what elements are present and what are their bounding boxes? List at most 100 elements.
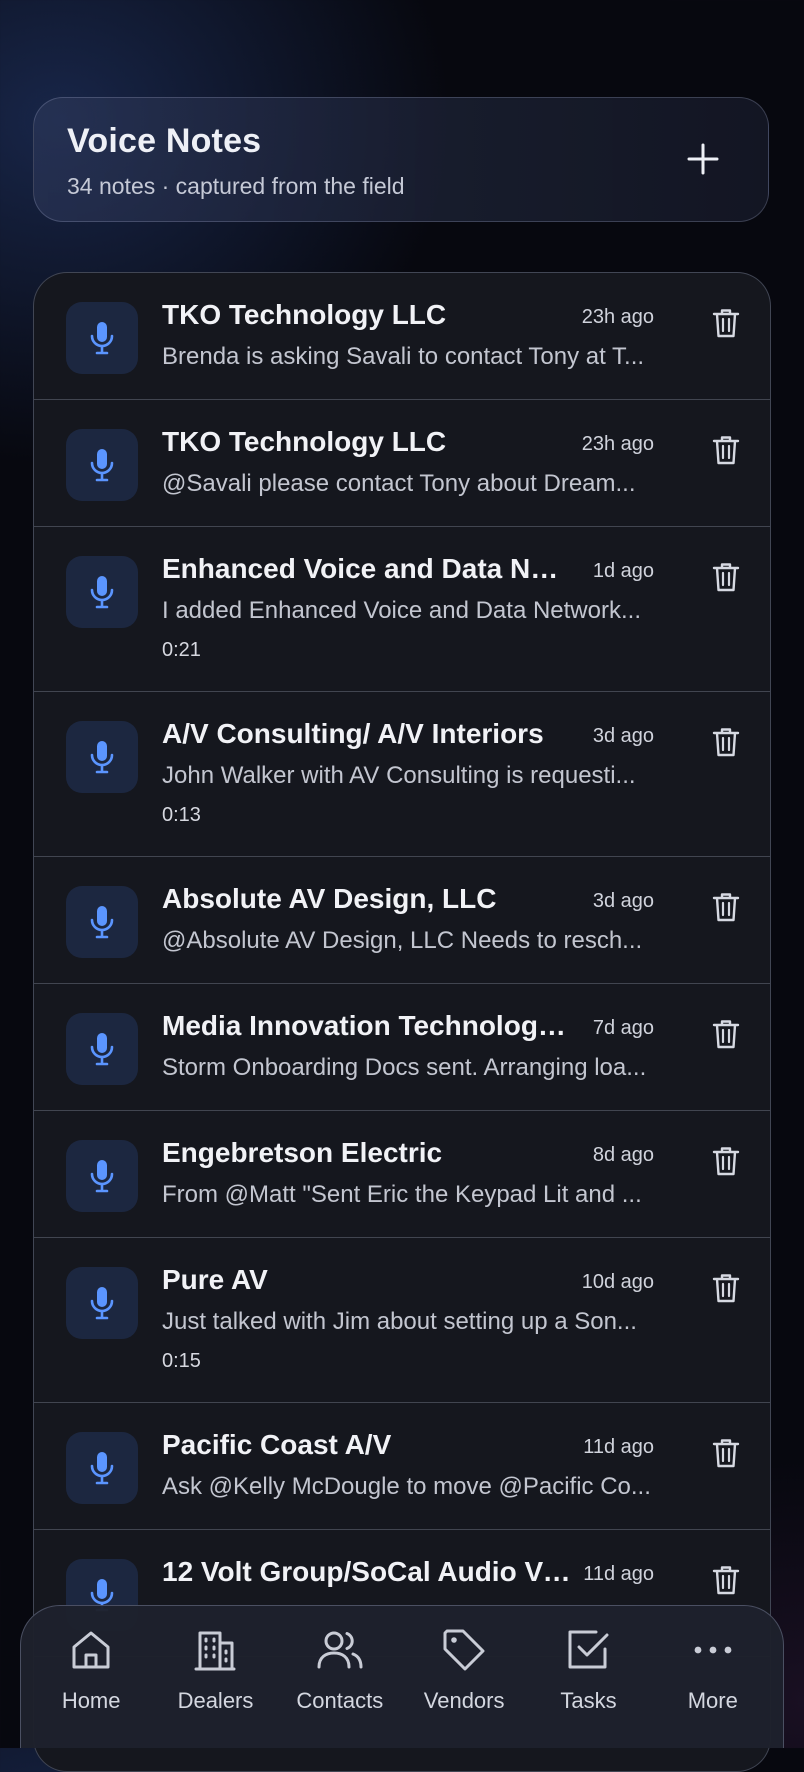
mic-icon-box bbox=[66, 1267, 138, 1339]
note-title: Media Innovation Technologies bbox=[162, 1010, 572, 1041]
note-title: A/V Consulting/ A/V Interiors bbox=[162, 718, 544, 749]
nav-label-dealers: Dealers bbox=[177, 1688, 254, 1713]
note-preview: @Absolute AV Design, LLC Needs to resch.… bbox=[162, 927, 643, 954]
building-icon bbox=[194, 1631, 236, 1671]
note-item[interactable]: Media Innovation Technologies 7d ago Sto… bbox=[34, 984, 770, 1111]
trash-icon bbox=[712, 1566, 740, 1595]
tag-icon bbox=[443, 1629, 485, 1671]
nav-label-home: Home bbox=[61, 1688, 121, 1713]
add-note-button[interactable] bbox=[678, 134, 728, 184]
delete-note-button[interactable] bbox=[706, 301, 746, 345]
note-preview: John Walker with AV Consulting is reques… bbox=[162, 762, 636, 789]
trash-icon bbox=[712, 893, 740, 922]
trash-icon bbox=[712, 1020, 740, 1049]
delete-note-button[interactable] bbox=[706, 1431, 746, 1475]
note-timestamp: 3d ago bbox=[592, 725, 654, 747]
home-icon bbox=[72, 1631, 110, 1669]
note-timestamp: 7d ago bbox=[592, 1017, 654, 1039]
note-timestamp: 11d ago bbox=[583, 1563, 654, 1585]
note-item[interactable]: TKO Technology LLC 23h ago Brenda is ask… bbox=[34, 273, 770, 400]
note-item[interactable]: A/V Consulting/ A/V Interiors 3d ago Joh… bbox=[34, 692, 770, 857]
mic-icon-box bbox=[66, 429, 138, 501]
mic-icon-box bbox=[66, 721, 138, 793]
delete-note-button[interactable] bbox=[706, 1139, 746, 1183]
delete-note-button[interactable] bbox=[706, 720, 746, 764]
nav-item-vendors[interactable]: Vendors bbox=[405, 1606, 523, 1748]
trash-icon bbox=[712, 563, 740, 592]
mic-icon-box bbox=[66, 556, 138, 628]
nav-item-home[interactable]: Home bbox=[32, 1606, 150, 1748]
microphone-icon bbox=[90, 906, 114, 939]
delete-note-button[interactable] bbox=[706, 1012, 746, 1056]
mic-icon-box bbox=[66, 1140, 138, 1212]
delete-note-button[interactable] bbox=[706, 555, 746, 599]
nav-item-more[interactable]: More bbox=[654, 1606, 772, 1748]
note-timestamp: 23h ago bbox=[581, 306, 654, 328]
bottom-nav: Home Dealers Contacts Vendors Tasks More bbox=[20, 1605, 784, 1748]
trash-icon bbox=[712, 1274, 740, 1303]
microphone-icon bbox=[90, 741, 114, 774]
more-icon bbox=[694, 1646, 732, 1654]
nav-label-contacts: Contacts bbox=[296, 1688, 384, 1713]
note-title: 12 Volt Group/SoCal Audio Vi... bbox=[162, 1556, 572, 1587]
microphone-icon bbox=[90, 1287, 114, 1320]
note-item[interactable]: Pure AV 10d ago Just talked with Jim abo… bbox=[34, 1238, 770, 1403]
mic-icon-box bbox=[66, 886, 138, 958]
note-preview: @Savali please contact Tony about Dream.… bbox=[162, 470, 636, 497]
nav-item-tasks[interactable]: Tasks bbox=[529, 1606, 647, 1748]
users-icon bbox=[317, 1631, 363, 1669]
notes-list: TKO Technology LLC 23h ago Brenda is ask… bbox=[33, 272, 771, 1772]
trash-icon bbox=[712, 728, 740, 757]
note-timestamp: 10d ago bbox=[581, 1271, 654, 1293]
note-item[interactable]: TKO Technology LLC 23h ago @Savali pleas… bbox=[34, 400, 770, 527]
notes-count-subtitle: 34 notes · captured from the field bbox=[67, 173, 405, 199]
microphone-icon bbox=[90, 322, 114, 355]
note-title: Enhanced Voice and Data Net... bbox=[162, 553, 572, 584]
page-title: Voice Notes bbox=[67, 122, 262, 160]
mic-icon-box bbox=[66, 302, 138, 374]
nav-item-contacts[interactable]: Contacts bbox=[281, 1606, 399, 1748]
note-preview: Storm Onboarding Docs sent. Arranging lo… bbox=[162, 1054, 647, 1081]
note-title: Absolute AV Design, LLC bbox=[162, 883, 497, 914]
note-preview: Brenda is asking Savali to contact Tony … bbox=[162, 343, 645, 370]
note-title: Pure AV bbox=[162, 1264, 268, 1295]
note-item[interactable]: Pacific Coast A/V 11d ago Ask @Kelly McD… bbox=[34, 1403, 770, 1530]
nav-item-dealers[interactable]: Dealers bbox=[156, 1606, 274, 1748]
note-title: Pacific Coast A/V bbox=[162, 1429, 392, 1460]
note-duration: 0:15 bbox=[162, 1350, 201, 1372]
nav-label-vendors: Vendors bbox=[423, 1688, 505, 1713]
trash-icon bbox=[712, 1147, 740, 1176]
trash-icon bbox=[712, 436, 740, 465]
note-preview: Just talked with Jim about setting up a … bbox=[162, 1308, 637, 1335]
microphone-icon bbox=[90, 1452, 114, 1485]
note-timestamp: 8d ago bbox=[592, 1144, 654, 1166]
delete-note-button[interactable] bbox=[706, 1266, 746, 1310]
mic-icon-box bbox=[66, 1432, 138, 1504]
microphone-icon bbox=[90, 1033, 114, 1066]
note-item[interactable]: Enhanced Voice and Data Net... 1d ago I … bbox=[34, 527, 770, 692]
note-timestamp: 23h ago bbox=[581, 433, 654, 455]
note-preview: From @Matt "Sent Eric the Keypad Lit and… bbox=[162, 1181, 642, 1208]
note-title: Engebretson Electric bbox=[162, 1137, 443, 1168]
trash-icon bbox=[712, 1439, 740, 1468]
trash-icon bbox=[712, 309, 740, 338]
delete-note-button[interactable] bbox=[706, 1558, 746, 1602]
note-item[interactable]: Absolute AV Design, LLC 3d ago @Absolute… bbox=[34, 857, 770, 984]
note-title: TKO Technology LLC bbox=[162, 426, 447, 457]
plus-icon bbox=[687, 143, 719, 175]
microphone-icon bbox=[90, 449, 114, 482]
header-card: Voice Notes 34 notes · captured from the… bbox=[33, 97, 769, 222]
note-preview: Ask @Kelly McDougle to move @Pacific Co.… bbox=[162, 1473, 651, 1500]
note-duration: 0:13 bbox=[162, 804, 201, 826]
note-preview: I added Enhanced Voice and Data Network.… bbox=[162, 597, 641, 624]
note-item[interactable]: Engebretson Electric 8d ago From @Matt "… bbox=[34, 1111, 770, 1238]
microphone-icon bbox=[90, 576, 114, 609]
delete-note-button[interactable] bbox=[706, 885, 746, 929]
note-timestamp: 1d ago bbox=[592, 560, 654, 582]
microphone-icon bbox=[90, 1160, 114, 1193]
mic-icon-box bbox=[66, 1013, 138, 1085]
checkbox-icon bbox=[568, 1630, 609, 1669]
note-title: TKO Technology LLC bbox=[162, 299, 447, 330]
note-timestamp: 11d ago bbox=[583, 1436, 654, 1458]
delete-note-button[interactable] bbox=[706, 428, 746, 472]
